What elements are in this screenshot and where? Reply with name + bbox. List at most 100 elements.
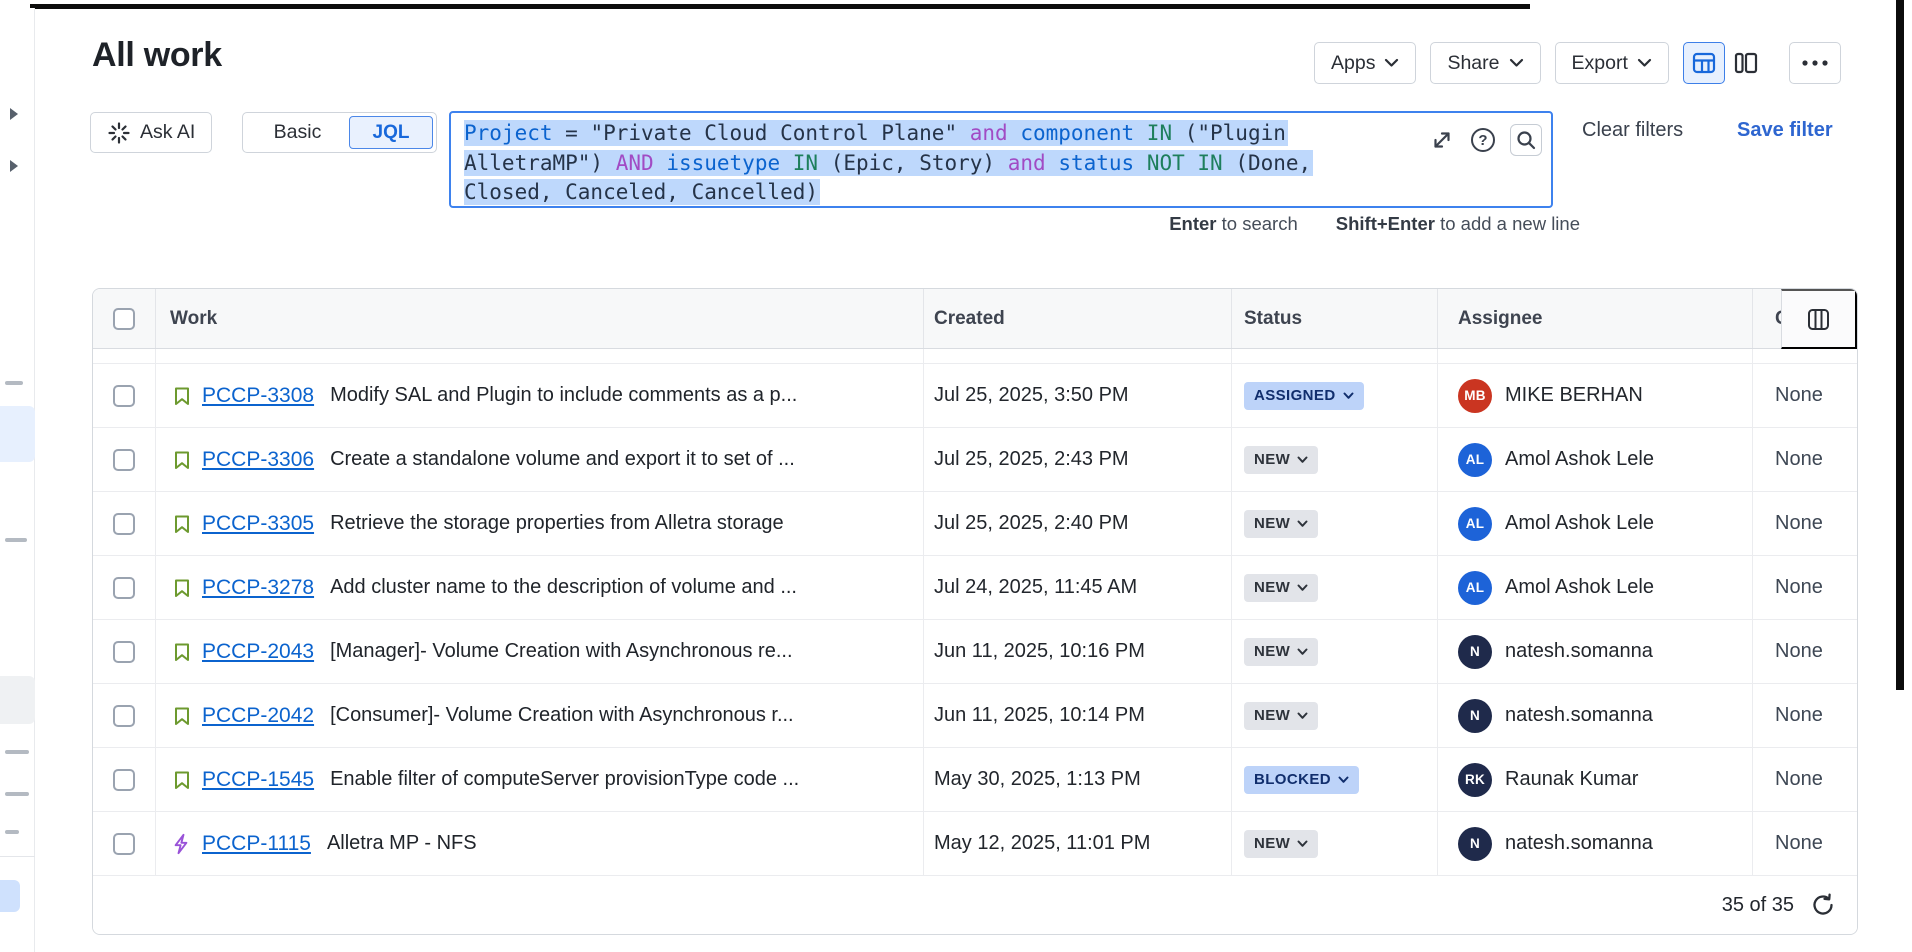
status-label: NEW xyxy=(1254,451,1290,468)
work-items-table: Work Created Status Assignee C PCCP-3308… xyxy=(92,288,1858,935)
row-checkbox[interactable] xyxy=(113,385,135,407)
table-view-icon xyxy=(1691,50,1717,76)
column-header-created[interactable]: Created xyxy=(924,289,1232,348)
issue-key-link[interactable]: PCCP-1115 xyxy=(202,832,311,856)
jql-query-text: Project = "Private Cloud Control Plane" … xyxy=(464,119,1313,208)
issue-key-link[interactable]: PCCP-2043 xyxy=(202,640,314,664)
chevron-down-icon xyxy=(1637,58,1652,68)
ai-spark-icon xyxy=(107,121,131,145)
chevron-down-icon xyxy=(1297,712,1308,720)
sidebar-expand-icon[interactable] xyxy=(10,160,18,172)
expand-editor-button[interactable] xyxy=(1428,126,1456,154)
select-all-checkbox[interactable] xyxy=(113,308,135,330)
chevron-down-icon xyxy=(1297,520,1308,528)
issue-title: Modify SAL and Plugin to include comment… xyxy=(330,384,797,407)
run-search-button[interactable] xyxy=(1510,124,1542,156)
sidebar-footer-item[interactable] xyxy=(0,880,20,912)
status-badge[interactable]: ASSIGNED xyxy=(1244,382,1364,410)
status-badge[interactable]: NEW xyxy=(1244,574,1318,602)
table-row[interactable]: PCCP-3308 Modify SAL and Plugin to inclu… xyxy=(93,364,1857,428)
issue-key-link[interactable]: PCCP-3308 xyxy=(202,384,314,408)
editor-hint: Enter to searchShift+Enter to add a new … xyxy=(1000,213,1580,235)
issue-key-link[interactable]: PCCP-2042 xyxy=(202,704,314,728)
row-checkbox[interactable] xyxy=(113,769,135,791)
table-row[interactable]: PCCP-1545 Enable filter of computeServer… xyxy=(93,748,1857,812)
issue-key-link[interactable]: PCCP-3305 xyxy=(202,512,314,536)
jql-query-editor[interactable]: Project = "Private Cloud Control Plane" … xyxy=(449,111,1553,208)
row-checkbox[interactable] xyxy=(113,513,135,535)
mode-jql-button[interactable]: JQL xyxy=(349,116,433,149)
hint-enter-text: to search xyxy=(1217,213,1298,234)
sidebar-item-fragment xyxy=(5,750,29,754)
status-label: NEW xyxy=(1254,835,1290,852)
issue-title: [Manager]- Volume Creation with Asynchro… xyxy=(330,640,792,663)
table-row[interactable]: PCCP-3305 Retrieve the storage propertie… xyxy=(93,492,1857,556)
story-icon xyxy=(170,448,194,472)
help-icon: ? xyxy=(1471,128,1495,152)
avatar: AL xyxy=(1458,507,1492,541)
issue-title: Create a standalone volume and export it… xyxy=(330,448,795,471)
status-badge[interactable]: NEW xyxy=(1244,510,1318,538)
table-row[interactable]: PCCP-3306 Create a standalone volume and… xyxy=(93,428,1857,492)
table-view-button[interactable] xyxy=(1683,42,1725,84)
issue-key-link[interactable]: PCCP-1545 xyxy=(202,768,314,792)
syntax-help-button[interactable]: ? xyxy=(1469,126,1497,154)
category-value: None xyxy=(1775,832,1823,855)
apps-button[interactable]: Apps xyxy=(1314,42,1416,84)
assignee-name: Raunak Kumar xyxy=(1505,768,1638,791)
search-mode-toggle: Basic JQL xyxy=(242,112,437,153)
export-button[interactable]: Export xyxy=(1555,42,1669,84)
story-icon xyxy=(170,576,194,600)
refresh-icon xyxy=(1810,892,1836,918)
sidebar-item-fragment xyxy=(5,792,29,796)
table-body: PCCP-3308 Modify SAL and Plugin to inclu… xyxy=(93,364,1857,876)
status-badge[interactable]: NEW xyxy=(1244,830,1318,858)
save-filter-button[interactable]: Save filter xyxy=(1737,119,1833,142)
detail-view-button[interactable] xyxy=(1725,42,1767,84)
sidebar-expand-icon[interactable] xyxy=(10,108,18,120)
issue-key-link[interactable]: PCCP-3306 xyxy=(202,448,314,472)
status-badge[interactable]: NEW xyxy=(1244,446,1318,474)
sidebar-item-active[interactable] xyxy=(0,406,35,462)
column-header-assignee[interactable]: Assignee xyxy=(1438,289,1753,348)
row-checkbox[interactable] xyxy=(113,833,135,855)
mode-basic-button[interactable]: Basic xyxy=(246,121,349,144)
sidebar-item-hover[interactable] xyxy=(0,676,35,724)
ask-ai-button[interactable]: Ask AI xyxy=(90,112,212,153)
table-row[interactable]: PCCP-2043 [Manager]- Volume Creation wit… xyxy=(93,620,1857,684)
table-row[interactable]: PCCP-2042 [Consumer]- Volume Creation wi… xyxy=(93,684,1857,748)
configure-columns-button[interactable] xyxy=(1781,289,1857,349)
status-badge[interactable]: NEW xyxy=(1244,702,1318,730)
row-checkbox[interactable] xyxy=(113,449,135,471)
more-actions-button[interactable] xyxy=(1789,42,1841,84)
hint-shift-text: to add a new line xyxy=(1435,213,1580,234)
created-date: Jun 11, 2025, 10:14 PM xyxy=(934,704,1145,727)
table-row[interactable]: PCCP-3278 Add cluster name to the descri… xyxy=(93,556,1857,620)
refresh-button[interactable] xyxy=(1809,891,1837,919)
assignee-name: Amol Ashok Lele xyxy=(1505,448,1654,471)
created-date: Jul 24, 2025, 11:45 AM xyxy=(934,576,1137,599)
share-button[interactable]: Share xyxy=(1430,42,1540,84)
chevron-down-icon xyxy=(1297,648,1308,656)
column-header-status[interactable]: Status xyxy=(1232,289,1438,348)
category-value: None xyxy=(1775,704,1823,727)
category-value: None xyxy=(1775,640,1823,663)
window-right-edge xyxy=(1896,0,1904,690)
status-badge[interactable]: NEW xyxy=(1244,638,1318,666)
story-icon xyxy=(170,704,194,728)
row-checkbox[interactable] xyxy=(113,577,135,599)
sidebar-item-fragment xyxy=(5,381,23,385)
status-badge[interactable]: BLOCKED xyxy=(1244,766,1359,794)
issue-title: [Consumer]- Volume Creation with Asynchr… xyxy=(330,704,794,727)
row-checkbox[interactable] xyxy=(113,705,135,727)
issue-title: Retrieve the storage properties from All… xyxy=(330,512,784,535)
column-header-work[interactable]: Work xyxy=(156,289,924,348)
export-button-label: Export xyxy=(1572,52,1628,75)
clear-filters-button[interactable]: Clear filters xyxy=(1582,119,1683,142)
status-label: NEW xyxy=(1254,515,1290,532)
category-value: None xyxy=(1775,512,1823,535)
row-checkbox[interactable] xyxy=(113,641,135,663)
table-row[interactable]: PCCP-1115 Alletra MP - NFS May 12, 2025,… xyxy=(93,812,1857,876)
issue-key-link[interactable]: PCCP-3278 xyxy=(202,576,314,600)
chevron-down-icon xyxy=(1297,840,1308,848)
